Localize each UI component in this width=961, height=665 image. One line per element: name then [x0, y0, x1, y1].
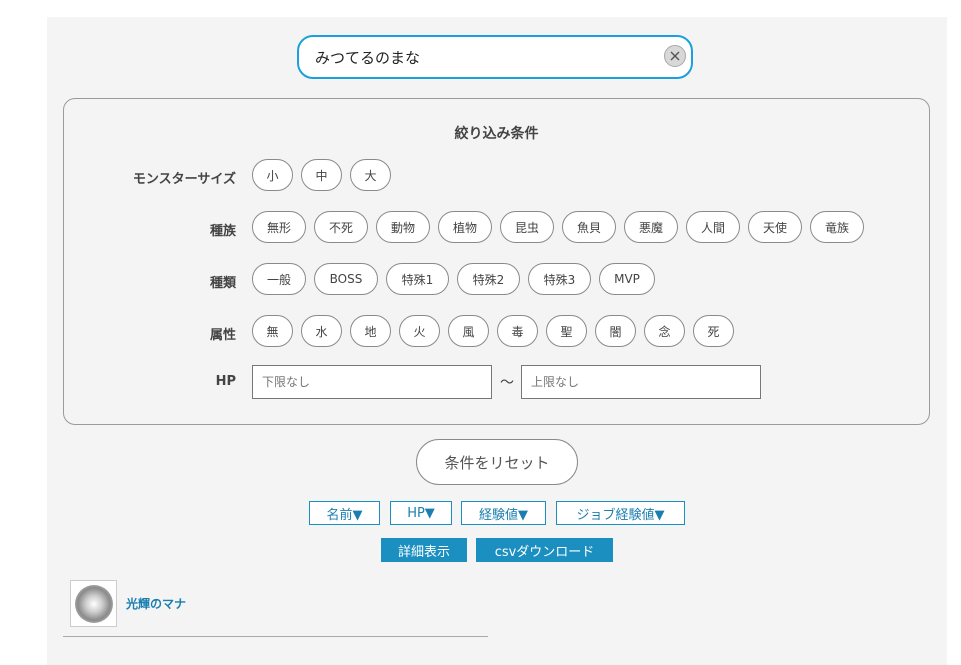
type-chip[interactable]: 特殊2	[457, 263, 520, 295]
race-chip[interactable]: 動物	[376, 211, 430, 243]
element-chip[interactable]: 風	[448, 315, 489, 347]
clear-search-button[interactable]	[664, 45, 686, 67]
monster-image	[74, 584, 113, 623]
size-chip-medium[interactable]: 中	[301, 159, 342, 191]
sort-by-exp-button[interactable]: 経験値▼	[461, 501, 546, 525]
type-chip[interactable]: 一般	[252, 263, 306, 295]
search-input[interactable]	[315, 46, 645, 68]
size-chip-large[interactable]: 大	[350, 159, 391, 191]
hp-min-input[interactable]	[252, 365, 492, 399]
monster-name-link[interactable]: 光輝のマナ	[126, 595, 186, 612]
element-label: 属性	[209, 328, 236, 343]
race-chip[interactable]: 植物	[438, 211, 492, 243]
race-chip[interactable]: 不死	[314, 211, 368, 243]
element-chip[interactable]: 地	[350, 315, 391, 347]
race-chip[interactable]: 悪魔	[624, 211, 678, 243]
reset-filters-button[interactable]: 条件をリセット	[416, 439, 578, 485]
type-chip[interactable]: 特殊3	[528, 263, 591, 295]
element-chip[interactable]: 無	[252, 315, 293, 347]
race-chip[interactable]: 魚貝	[562, 211, 616, 243]
size-label: モンスターサイズ	[132, 172, 236, 187]
race-chip[interactable]: 竜族	[810, 211, 864, 243]
element-chip[interactable]: 聖	[546, 315, 587, 347]
hp-row: HP 〜	[64, 365, 931, 399]
race-chip[interactable]: 昆虫	[500, 211, 554, 243]
close-icon	[670, 51, 680, 61]
type-chip[interactable]: 特殊1	[386, 263, 449, 295]
race-chip[interactable]: 無形	[252, 211, 306, 243]
sort-by-job-exp-button[interactable]: ジョブ経験値▼	[556, 501, 685, 525]
sort-by-name-button[interactable]: 名前▼	[309, 501, 380, 525]
element-chip[interactable]: 火	[399, 315, 440, 347]
divider	[63, 636, 488, 637]
element-chip[interactable]: 毒	[497, 315, 538, 347]
search-box	[297, 35, 693, 79]
csv-download-button[interactable]: csvダウンロード	[476, 538, 613, 562]
race-label: 種族	[209, 224, 236, 239]
element-chip[interactable]: 水	[301, 315, 342, 347]
race-chip[interactable]: 人間	[686, 211, 740, 243]
type-chip[interactable]: BOSS	[314, 263, 378, 295]
monster-thumbnail[interactable]	[70, 580, 117, 627]
size-chip-small[interactable]: 小	[252, 159, 293, 191]
element-chip[interactable]: 念	[644, 315, 685, 347]
element-chip[interactable]: 死	[693, 315, 734, 347]
race-chip[interactable]: 天使	[748, 211, 802, 243]
type-label: 種類	[209, 276, 236, 291]
hp-range-separator: 〜	[500, 375, 514, 391]
detail-view-button[interactable]: 詳細表示	[381, 538, 467, 562]
filter-title: 絞り込み条件	[454, 126, 539, 142]
type-chip[interactable]: MVP	[599, 263, 655, 295]
element-chip[interactable]: 闇	[595, 315, 636, 347]
hp-label: HP	[215, 374, 236, 389]
filter-panel: 絞り込み条件 モンスターサイズ 小 中 大 種族 無形 不死 動物 植物 昆虫 …	[63, 98, 930, 425]
hp-max-input[interactable]	[521, 365, 761, 399]
sort-by-hp-button[interactable]: HP▼	[390, 501, 452, 525]
